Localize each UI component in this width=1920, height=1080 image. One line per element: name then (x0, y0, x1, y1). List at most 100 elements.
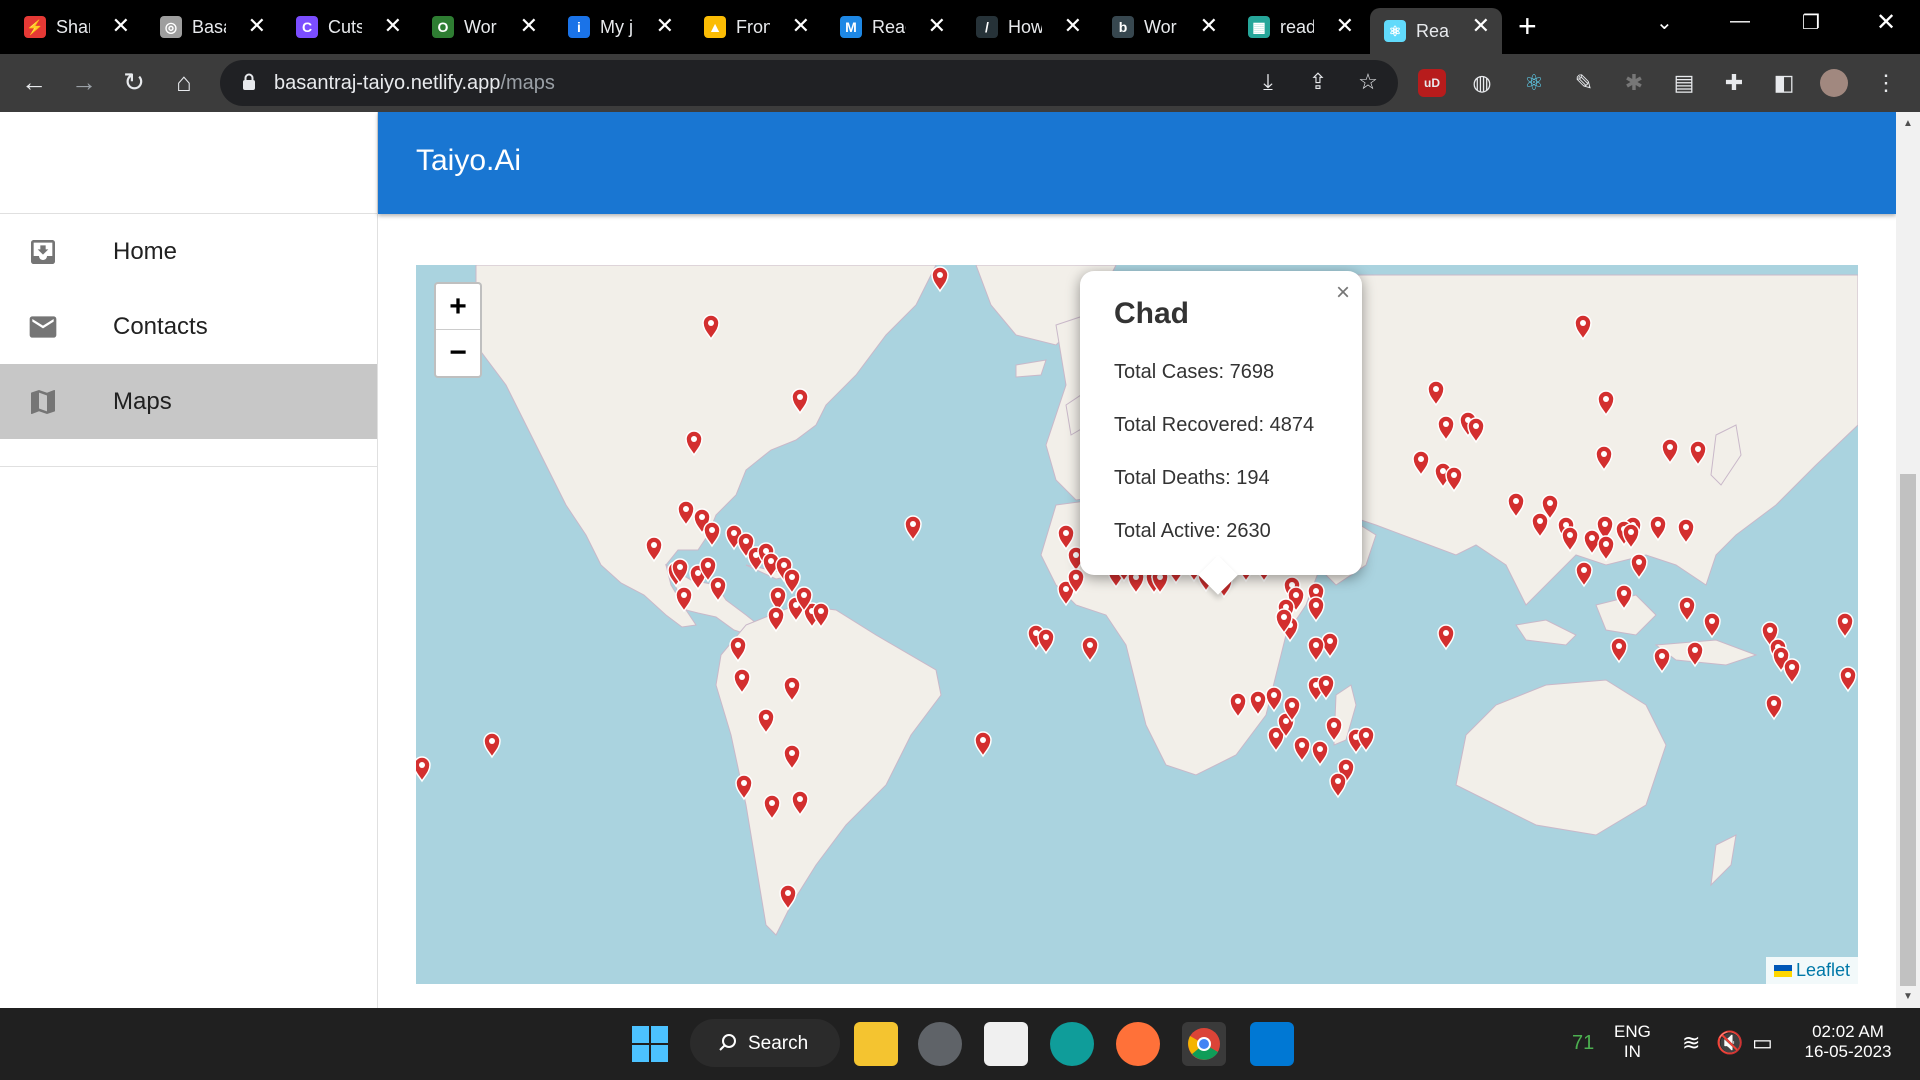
location-pin-icon[interactable] (729, 636, 747, 663)
share-icon[interactable]: ⇪ (1304, 68, 1332, 96)
install-app-icon[interactable]: ⤓ (1254, 68, 1282, 96)
forward-button[interactable]: → (68, 66, 100, 98)
location-pin-icon[interactable] (1037, 628, 1055, 655)
reload-button[interactable]: ↻ (118, 66, 150, 98)
bookmark-star-icon[interactable]: ☆ (1354, 68, 1382, 96)
scrollbar-thumb[interactable] (1900, 474, 1916, 986)
popup-close-button[interactable]: × (1336, 279, 1350, 307)
location-pin-icon[interactable] (1307, 636, 1325, 663)
browser-tab[interactable]: i My j ✕ (554, 8, 686, 46)
home-button[interactable]: ⌂ (168, 66, 200, 98)
side-panel-icon[interactable]: ◧ (1770, 69, 1798, 97)
location-pin-icon[interactable] (1630, 553, 1648, 580)
file-explorer-icon[interactable] (854, 1022, 898, 1066)
location-pin-icon[interactable] (1622, 523, 1640, 550)
zoom-out-button[interactable]: − (436, 330, 480, 376)
location-pin-icon[interactable] (675, 586, 693, 613)
location-pin-icon[interactable] (1467, 417, 1485, 444)
new-tab-button[interactable]: + (1518, 10, 1537, 42)
globe-extension-icon[interactable]: ◍ (1468, 69, 1496, 97)
location-pin-icon[interactable] (1329, 772, 1347, 799)
browser-tab[interactable]: b Wor ✕ (1098, 8, 1230, 46)
location-pin-icon[interactable] (1507, 492, 1525, 519)
location-pin-icon[interactable] (1249, 690, 1267, 717)
location-pin-icon[interactable] (416, 756, 431, 783)
browser-tab[interactable]: ⚛ Reac ✕ (1370, 8, 1502, 54)
location-pin-icon[interactable] (733, 668, 751, 695)
location-pin-icon[interactable] (1293, 736, 1311, 763)
browser-tab[interactable]: ▦ read ✕ (1234, 8, 1366, 46)
location-pin-icon[interactable] (677, 500, 695, 527)
location-pin-icon[interactable] (1561, 526, 1579, 553)
location-pin-icon[interactable] (1229, 692, 1247, 719)
location-pin-icon[interactable] (1653, 647, 1671, 674)
browser-tab[interactable]: M Reac ✕ (826, 8, 958, 46)
scroll-down-arrow-icon[interactable]: ▼ (1902, 991, 1914, 1002)
browser-tab[interactable]: / How ✕ (962, 8, 1094, 46)
tab-close-icon[interactable]: ✕ (1472, 15, 1490, 37)
language-indicator[interactable]: ENG IN (1614, 1022, 1651, 1062)
location-pin-icon[interactable] (783, 744, 801, 771)
color-picker-icon[interactable]: ✎ (1570, 69, 1598, 97)
close-window-button[interactable]: ✕ (1876, 8, 1896, 37)
ublock-icon[interactable]: uD (1418, 69, 1446, 97)
location-pin-icon[interactable] (1311, 740, 1329, 767)
nav-item-contacts[interactable]: Contacts (0, 289, 377, 364)
scroll-up-arrow-icon[interactable]: ▲ (1902, 118, 1914, 129)
tab-close-icon[interactable]: ✕ (656, 15, 674, 37)
calendar-extension-icon[interactable]: ▤ (1670, 69, 1698, 97)
location-pin-icon[interactable] (1783, 658, 1801, 685)
location-pin-icon[interactable] (1677, 518, 1695, 545)
browser-tab[interactable]: ⚡ Shar ✕ (10, 8, 142, 46)
location-pin-icon[interactable] (1597, 390, 1615, 417)
location-pin-icon[interactable] (735, 774, 753, 801)
location-pin-icon[interactable] (1081, 636, 1099, 663)
tab-close-icon[interactable]: ✕ (1200, 15, 1218, 37)
location-pin-icon[interactable] (709, 576, 727, 603)
location-pin-icon[interactable] (783, 676, 801, 703)
zoom-in-button[interactable]: + (436, 284, 480, 330)
location-pin-icon[interactable] (1575, 561, 1593, 588)
map-attribution[interactable]: Leaflet (1765, 957, 1858, 984)
location-pin-icon[interactable] (1839, 666, 1857, 693)
location-pin-icon[interactable] (1836, 612, 1854, 639)
location-pin-icon[interactable] (1649, 515, 1667, 542)
tab-close-icon[interactable]: ✕ (792, 15, 810, 37)
location-pin-icon[interactable] (931, 266, 949, 293)
nav-item-maps[interactable]: Maps (0, 364, 377, 439)
location-pin-icon[interactable] (791, 790, 809, 817)
location-pin-icon[interactable] (1265, 686, 1283, 713)
minimize-button[interactable]: — (1730, 10, 1750, 33)
location-pin-icon[interactable] (1412, 450, 1430, 477)
location-pin-icon[interactable] (483, 732, 501, 759)
location-pin-icon[interactable] (779, 884, 797, 911)
profile-avatar[interactable] (1820, 69, 1848, 97)
tab-close-icon[interactable]: ✕ (248, 15, 266, 37)
taskbar-search[interactable]: Search (690, 1019, 840, 1067)
location-pin-icon[interactable] (763, 794, 781, 821)
location-pin-icon[interactable] (791, 388, 809, 415)
location-pin-icon[interactable] (1597, 535, 1615, 562)
restore-button[interactable]: ❐ (1802, 10, 1820, 35)
windows-start-icon[interactable] (628, 1022, 672, 1066)
tab-close-icon[interactable]: ✕ (928, 15, 946, 37)
world-map[interactable]: + − × Chad Total Cases: 7698 Total Recov… (416, 265, 1858, 984)
location-pin-icon[interactable] (1574, 314, 1592, 341)
wifi-icon[interactable]: ≋ (1682, 1030, 1700, 1056)
edge-browser-icon[interactable] (1050, 1022, 1094, 1066)
address-bar[interactable]: basantraj-taiyo.netlify.app/maps ⤓ ⇪ ☆ (220, 60, 1398, 106)
location-pin-icon[interactable] (702, 314, 720, 341)
location-pin-icon[interactable] (1765, 694, 1783, 721)
location-pin-icon[interactable] (1437, 415, 1455, 442)
tab-close-icon[interactable]: ✕ (1336, 15, 1354, 37)
microsoft-store-icon[interactable] (984, 1022, 1028, 1066)
tab-close-icon[interactable]: ✕ (520, 15, 538, 37)
location-pin-icon[interactable] (904, 515, 922, 542)
location-pin-icon[interactable] (1445, 466, 1463, 493)
tab-close-icon[interactable]: ✕ (1064, 15, 1082, 37)
clock[interactable]: 02:02 AM 16-05-2023 (1796, 1022, 1900, 1062)
back-button[interactable]: ← (18, 66, 50, 98)
location-pin-icon[interactable] (1703, 612, 1721, 639)
vscode-icon[interactable] (1250, 1022, 1294, 1066)
page-scrollbar[interactable]: ▲ ▼ (1896, 112, 1920, 1008)
